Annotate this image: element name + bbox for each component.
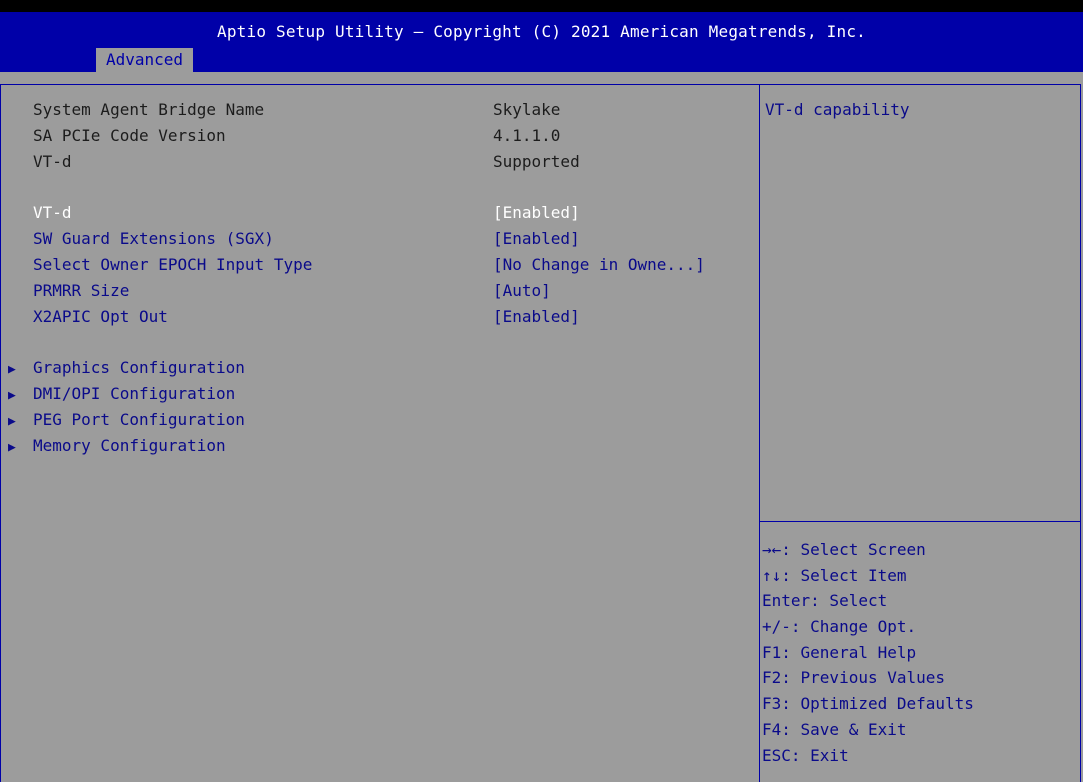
submenu-graphics-configuration[interactable]: ▶ Graphics Configuration — [8, 356, 245, 380]
key-previous-values: F2: Previous Values — [762, 668, 946, 688]
option-value[interactable]: [Enabled] — [493, 201, 580, 225]
submenu-label: Memory Configuration — [33, 436, 226, 455]
info-label: System Agent Bridge Name — [33, 100, 265, 119]
submenu-label: Graphics Configuration — [33, 358, 245, 377]
option-label: VT-d — [33, 203, 72, 222]
tab-advanced[interactable]: Advanced — [96, 48, 194, 72]
key-select-item: ↑↓: Select Item — [762, 565, 907, 585]
info-value: Supported — [493, 152, 580, 171]
option-value[interactable]: [Auto] — [493, 279, 551, 303]
key-enter-select: Enter: Select — [762, 591, 888, 611]
info-value: Skylake — [493, 100, 561, 119]
option-label: Select Owner EPOCH Input Type — [33, 255, 313, 274]
submenu-arrow-icon: ▶ — [8, 414, 16, 429]
option-label: X2APIC Opt Out — [33, 307, 168, 326]
submenu-label: PEG Port Configuration — [33, 410, 245, 429]
top-black-bar — [0, 0, 1083, 12]
submenu-memory-configuration[interactable]: ▶ Memory Configuration — [8, 434, 226, 458]
header-title: Aptio Setup Utility – Copyright (C) 2021… — [217, 22, 866, 41]
key-optimized-defaults: F3: Optimized Defaults — [762, 694, 974, 714]
option-value[interactable]: [No Change in Owne...] — [493, 253, 705, 277]
key-save-exit: F4: Save & Exit — [762, 719, 907, 739]
option-label: PRMRR Size — [33, 281, 130, 300]
key-esc-exit: ESC: Exit — [762, 745, 849, 765]
header-bar: Aptio Setup Utility – Copyright (C) 2021… — [0, 12, 1083, 72]
help-panel-divider — [759, 84, 760, 782]
key-change-opt: +/-: Change Opt. — [762, 617, 917, 637]
option-value[interactable]: [Enabled] — [493, 305, 580, 329]
info-value: 4.1.1.0 — [493, 126, 561, 145]
option-value[interactable]: [Enabled] — [493, 227, 580, 251]
submenu-arrow-icon: ▶ — [8, 440, 16, 455]
info-label: SA PCIe Code Version — [33, 126, 226, 145]
option-label: SW Guard Extensions (SGX) — [33, 229, 274, 248]
key-legend: →←: Select Screen ↑↓: Select Item Enter:… — [762, 537, 974, 768]
submenu-arrow-icon: ▶ — [8, 362, 16, 377]
submenu-peg-port-configuration[interactable]: ▶ PEG Port Configuration — [8, 408, 245, 432]
key-select-screen: →←: Select Screen — [762, 540, 926, 559]
submenu-label: DMI/OPI Configuration — [33, 384, 236, 403]
help-description: VT-d capability — [765, 100, 910, 119]
key-legend-divider — [760, 521, 1080, 522]
key-general-help: F1: General Help — [762, 642, 917, 662]
submenu-arrow-icon: ▶ — [8, 388, 16, 403]
submenu-dmi-opi-configuration[interactable]: ▶ DMI/OPI Configuration — [8, 382, 235, 406]
info-label: VT-d — [33, 152, 72, 171]
